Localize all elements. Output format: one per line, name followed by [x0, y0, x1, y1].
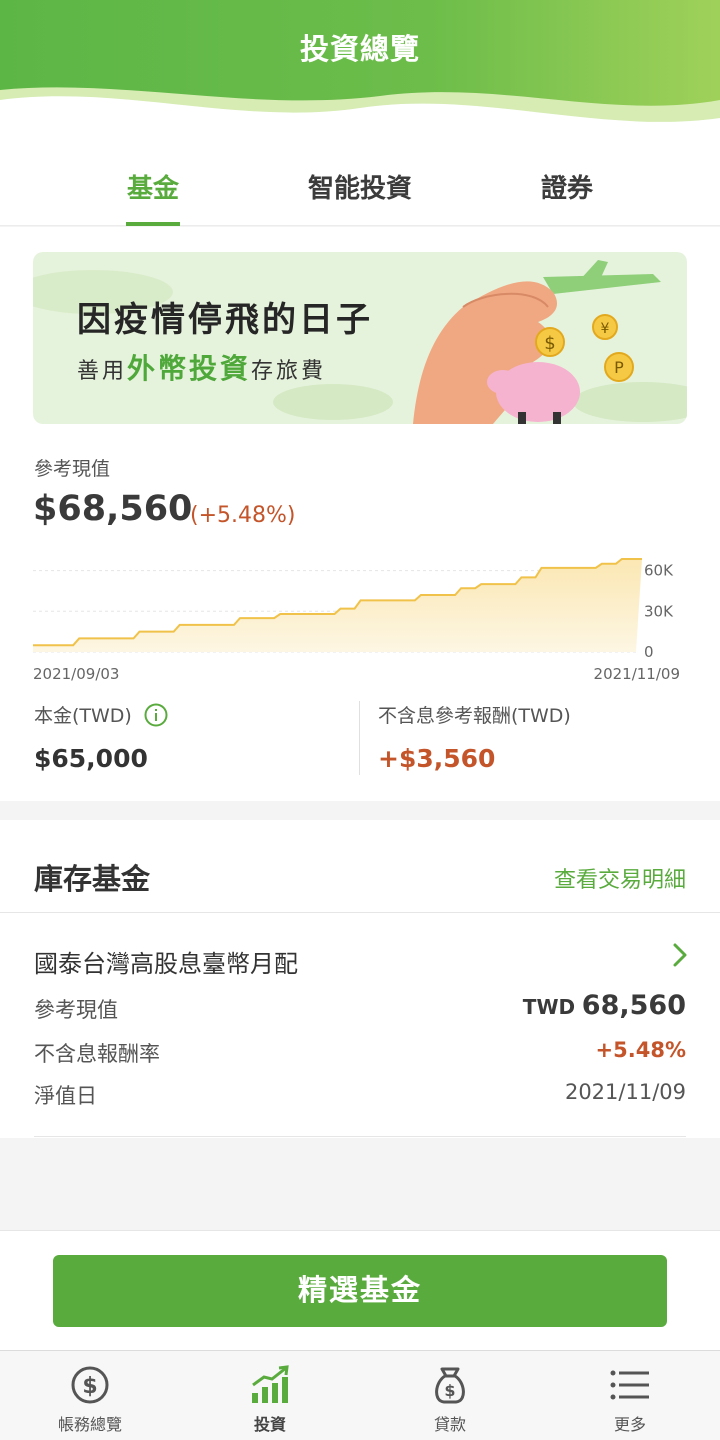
banner-subline: 善用外幣投資存旅費 — [77, 347, 326, 387]
nav-label: 帳務總覽 — [57, 1415, 122, 1434]
fund-return-label: 不含息報酬率 — [34, 1042, 160, 1066]
chart-y-tick-label: 30K — [644, 602, 674, 620]
page-header: 投資總覽 — [0, 0, 720, 130]
active-tab-indicator — [126, 222, 180, 226]
info-icon[interactable] — [144, 703, 168, 727]
return-value: +$3,560 — [378, 744, 496, 773]
chevron-right-icon[interactable] — [670, 940, 690, 970]
tab-securities[interactable]: 證券 — [492, 168, 642, 205]
fund-value-amount: 68,560 — [581, 990, 686, 1021]
principal-label: 本金(TWD) — [34, 705, 132, 727]
banner-subline-highlight: 外幣投資 — [127, 352, 252, 385]
transaction-details-link[interactable]: 查看交易明細 — [554, 862, 686, 894]
principal-stat: 本金(TWD) $65,000 — [34, 701, 168, 773]
fund-value: TWD 68,560 — [523, 990, 686, 1021]
growth-chart-icon — [252, 1365, 289, 1403]
chart-y-tick-label: 0 — [644, 643, 654, 661]
cta-area: 精選基金 — [0, 1230, 720, 1350]
chart-y-tick-label: 60K — [644, 562, 674, 580]
tab-fund[interactable]: 基金 — [78, 168, 228, 205]
money-bag-icon: $ — [435, 1367, 465, 1404]
divider — [34, 1136, 686, 1137]
holdings-section: 庫存基金 查看交易明細 國泰台灣高股息臺幣月配 參考現值 TWD 68,560 … — [0, 820, 720, 1138]
svg-text:$: $ — [444, 1381, 455, 1400]
fund-name: 國泰台灣高股息臺幣月配 — [34, 950, 298, 978]
chart-x-end-label: 2021/11/09 — [594, 665, 680, 683]
tab-smart-investing[interactable]: 智能投資 — [285, 168, 435, 205]
divider — [0, 912, 720, 913]
svg-text:$: $ — [544, 333, 555, 354]
banner-headline: 因疫情停飛的日子 — [77, 300, 373, 340]
current-value-label: 參考現值 — [34, 458, 111, 480]
banner-subline-prefix: 善用 — [77, 359, 128, 384]
nav-item-loans[interactable]: $ 貸款 — [360, 1351, 540, 1440]
nav-label: 投資 — [253, 1415, 286, 1434]
fund-nav-date-row: 淨值日 2021/11/09 — [34, 1080, 686, 1110]
svg-text:$: $ — [82, 1374, 97, 1399]
nav-item-investment[interactable]: 投資 — [180, 1351, 360, 1440]
fund-nav-date-value: 2021/11/09 — [564, 1080, 686, 1104]
page-title: 投資總覽 — [299, 32, 420, 66]
principal-value: $65,000 — [34, 744, 148, 773]
menu-list-icon — [610, 1370, 649, 1400]
nav-label: 貸款 — [433, 1415, 466, 1434]
fund-return-value: +5.48% — [595, 1038, 686, 1062]
svg-text:¥: ¥ — [601, 321, 610, 337]
return-label: 不含息參考報酬(TWD) — [378, 705, 571, 727]
portfolio-summary: $ ¥ P 因疫情停飛的日子 善用外幣投資存旅費 參考現值 $68,560 (+… — [0, 227, 720, 801]
value-trend-chart: 60K 30K 0 2021/09/03 2021/11/09 — [33, 557, 680, 683]
nav-item-accounts[interactable]: $ 帳務總覽 — [0, 1351, 180, 1440]
current-value-amount: $68,560 — [33, 489, 193, 529]
nav-item-more[interactable]: 更多 — [540, 1351, 720, 1440]
fund-return-row: 不含息報酬率 +5.48% — [34, 1038, 686, 1068]
tab-bar: 基金 智能投資 證券 — [0, 130, 720, 226]
svg-text:P: P — [614, 358, 624, 377]
fund-value-row: 參考現值 TWD 68,560 — [34, 990, 686, 1024]
fund-nav-date-label: 淨值日 — [34, 1084, 97, 1108]
holdings-title: 庫存基金 — [34, 862, 151, 896]
featured-funds-button[interactable]: 精選基金 — [53, 1255, 667, 1327]
banner-subline-suffix: 存旅費 — [251, 359, 327, 384]
current-value-change: (+5.48%) — [190, 503, 296, 528]
chart-x-start-label: 2021/09/03 — [33, 665, 119, 683]
dollar-circle-icon: $ — [71, 1366, 109, 1404]
fund-value-label: 參考現值 — [34, 998, 118, 1022]
promo-banner[interactable]: $ ¥ P 因疫情停飛的日子 善用外幣投資存旅費 — [33, 252, 687, 424]
nav-label: 更多 — [613, 1415, 646, 1434]
return-stat: 不含息參考報酬(TWD) +$3,560 — [378, 701, 571, 773]
stat-divider — [359, 701, 360, 775]
fund-value-currency: TWD — [522, 995, 576, 1019]
bottom-nav: $ 帳務總覽 投資 $ 貸款 更多 — [0, 1350, 720, 1440]
